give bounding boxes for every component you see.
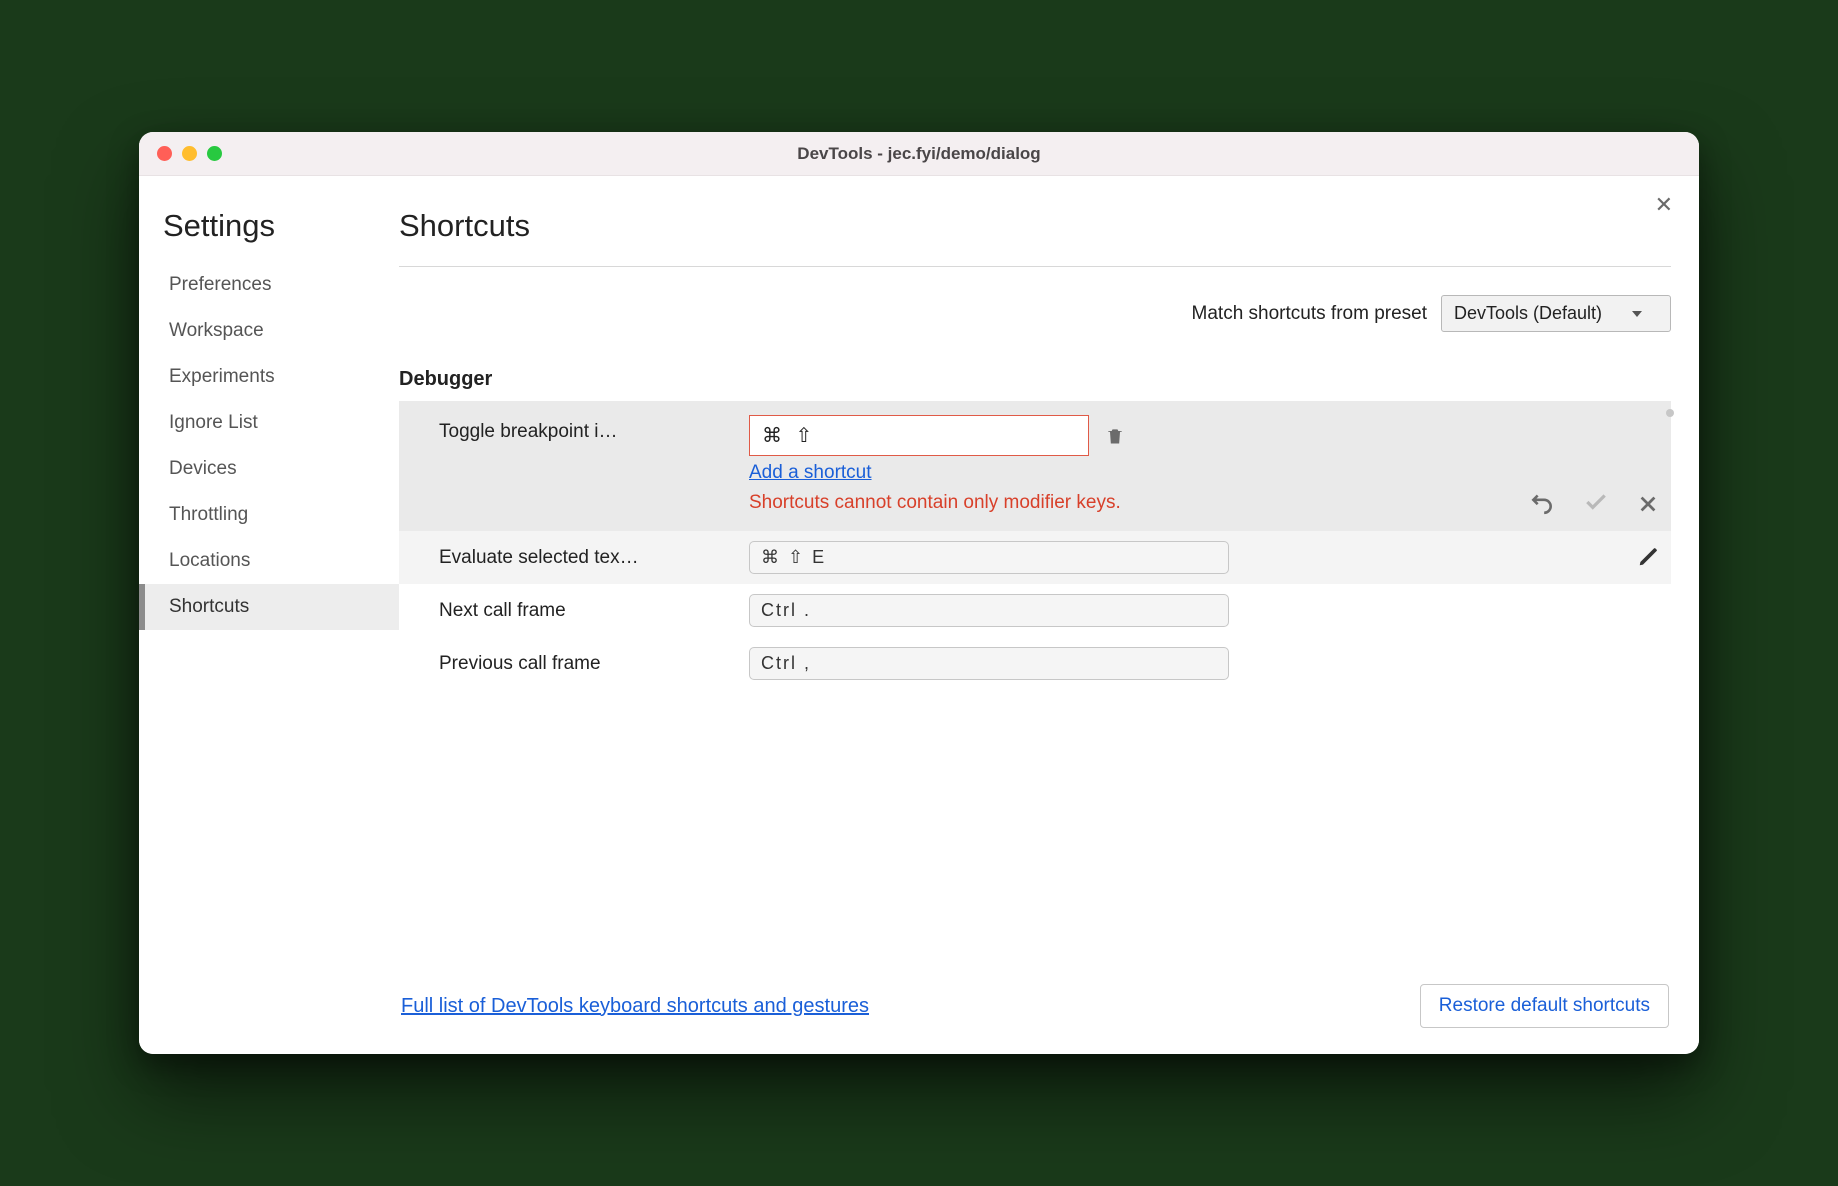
shortcut-row: Evaluate selected tex… ⌘ ⇧ E (399, 531, 1671, 584)
scrollbar-thumb[interactable] (1666, 409, 1674, 417)
sidebar-item-locations[interactable]: Locations (139, 538, 399, 584)
undo-icon[interactable] (1529, 489, 1555, 515)
sidebar-item-label: Ignore List (169, 412, 258, 433)
preset-label: Match shortcuts from preset (1192, 303, 1427, 325)
edit-actions (1529, 489, 1659, 517)
trash-icon[interactable] (1105, 425, 1125, 447)
sidebar-item-label: Devices (169, 458, 237, 479)
sidebar-item-label: Preferences (169, 274, 271, 295)
check-icon[interactable] (1583, 489, 1609, 515)
preset-selected-value: DevTools (Default) (1454, 303, 1602, 324)
shortcut-row-editing: Toggle breakpoint i… Add a shortcut Shor… (399, 401, 1671, 531)
restore-defaults-button[interactable]: Restore default shortcuts (1420, 984, 1669, 1028)
main-panel: Shortcuts Match shortcuts from preset De… (399, 176, 1699, 1054)
add-shortcut-link[interactable]: Add a shortcut (749, 462, 872, 484)
titlebar: DevTools - jec.fyi/demo/dialog (139, 132, 1699, 176)
shortcut-list: Toggle breakpoint i… Add a shortcut Shor… (399, 401, 1671, 690)
sidebar-item-experiments[interactable]: Experiments (139, 354, 399, 400)
sidebar-item-label: Shortcuts (169, 596, 249, 617)
section-title-debugger: Debugger (399, 362, 1671, 401)
sidebar-item-label: Experiments (169, 366, 275, 387)
shortcut-label: Previous call frame (439, 647, 739, 675)
shortcut-row: Next call frame Ctrl . (399, 584, 1671, 637)
content-area: ✕ Settings Preferences Workspace Experim… (139, 176, 1699, 1054)
window-minimize-button[interactable] (182, 146, 197, 161)
chevron-down-icon (1632, 311, 1642, 317)
sidebar-item-label: Workspace (169, 320, 264, 341)
window-title: DevTools - jec.fyi/demo/dialog (139, 144, 1699, 164)
sidebar-item-throttling[interactable]: Throttling (139, 492, 399, 538)
shortcut-error-text: Shortcuts cannot contain only modifier k… (749, 490, 1209, 517)
sidebar-item-workspace[interactable]: Workspace (139, 308, 399, 354)
full-shortcut-list-link[interactable]: Full list of DevTools keyboard shortcuts… (401, 995, 869, 1018)
shortcut-label: Evaluate selected tex… (439, 541, 739, 569)
pencil-icon[interactable] (1637, 546, 1659, 568)
sidebar-heading: Settings (139, 208, 399, 262)
window-close-button[interactable] (157, 146, 172, 161)
settings-sidebar: Settings Preferences Workspace Experimen… (139, 176, 399, 1054)
shortcut-row: Previous call frame Ctrl , (399, 637, 1671, 690)
shortcut-chip: Ctrl , (749, 647, 1229, 680)
sidebar-item-ignore-list[interactable]: Ignore List (139, 400, 399, 446)
sidebar-item-devices[interactable]: Devices (139, 446, 399, 492)
footer-row: Full list of DevTools keyboard shortcuts… (399, 956, 1671, 1034)
preset-select[interactable]: DevTools (Default) (1441, 295, 1671, 332)
sidebar-item-label: Throttling (169, 504, 248, 525)
sidebar-item-shortcuts[interactable]: Shortcuts (139, 584, 399, 630)
sidebar-item-preferences[interactable]: Preferences (139, 262, 399, 308)
devtools-window: DevTools - jec.fyi/demo/dialog ✕ Setting… (139, 132, 1699, 1054)
shortcut-chip: ⌘ ⇧ E (749, 541, 1229, 574)
cancel-icon[interactable] (1637, 493, 1659, 515)
preset-row: Match shortcuts from preset DevTools (De… (399, 267, 1671, 362)
shortcut-chip: Ctrl . (749, 594, 1229, 627)
shortcut-input[interactable] (749, 415, 1089, 456)
shortcut-label: Next call frame (439, 594, 739, 622)
window-maximize-button[interactable] (207, 146, 222, 161)
sidebar-item-label: Locations (169, 550, 250, 571)
shortcut-edit-area: Add a shortcut Shortcuts cannot contain … (749, 415, 1229, 517)
shortcut-label: Toggle breakpoint i… (439, 415, 739, 443)
traffic-lights (157, 146, 222, 161)
page-title: Shortcuts (399, 208, 1671, 267)
